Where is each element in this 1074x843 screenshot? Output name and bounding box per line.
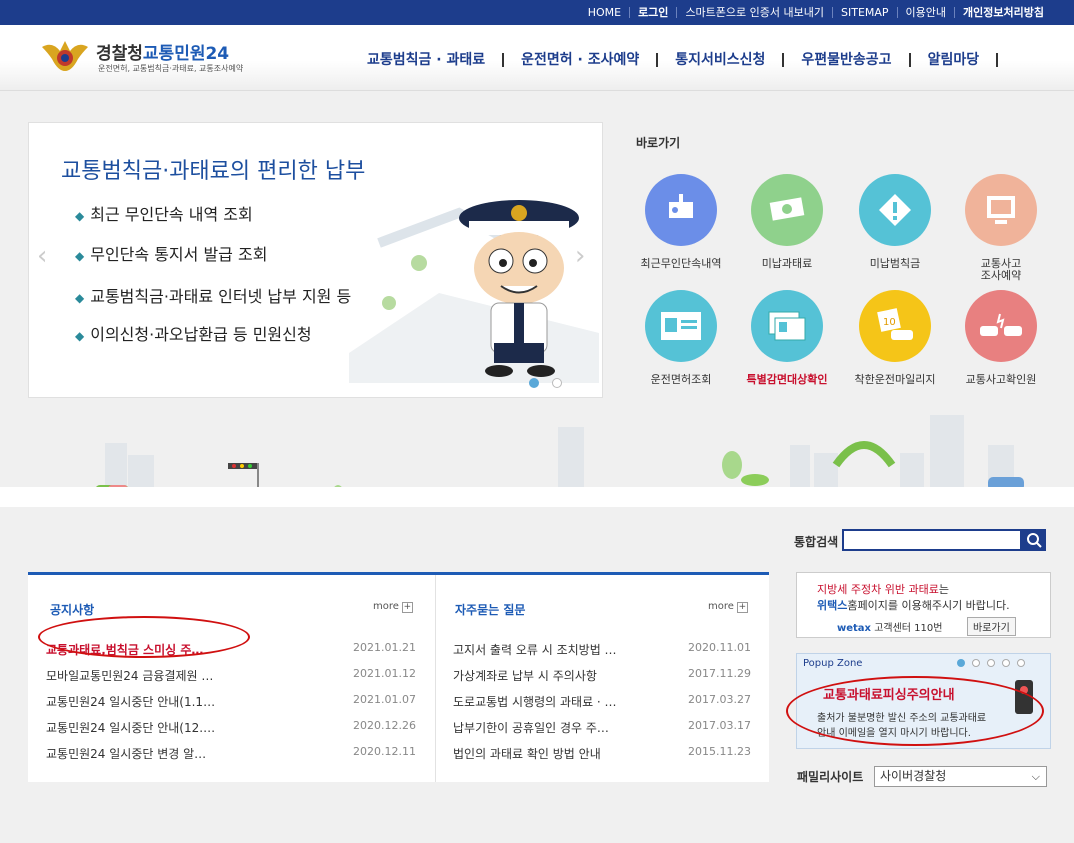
diamond-bullet-icon: ◆ [75,291,85,305]
notice-column: 공지사항 more + 교통과태료,범칙금 스미싱 주… 2021.01.21 모바… [28,575,436,782]
logo-subtitle: 운전면허, 교통범칙금·과태료, 교통조사예약 [98,64,244,73]
notice-row[interactable]: 모바일교통민원24 금융결제원 … 2021.01.12 [46,667,418,683]
quick-license-check[interactable]: 운전면허조회 [631,290,731,386]
nav-notice-board[interactable]: 알림마당 [911,53,999,67]
guide-link[interactable]: 이용안내 [896,7,954,18]
quick-special-reduction[interactable]: 특별감면대상확인 [737,290,837,386]
car-crash-icon [965,290,1037,362]
quick-unpaid-fines[interactable]: 미납과태료 [737,174,837,270]
quick-accident-reservation[interactable]: 교통사고 조사예약 [951,174,1051,282]
slider-headline: 교통범칙금·과태료의 편리한 납부 [61,159,366,184]
plus-icon: + [401,602,413,613]
computer-monitor-icon [965,174,1037,246]
integrated-search-label: 통합검색 [794,535,839,549]
family-site-select[interactable]: 사이버경찰청 ⌵ [874,766,1047,787]
banner-line-1: 지방세 주정차 위반 과태료는 [817,583,949,596]
slider-next-icon[interactable]: › [575,241,585,271]
site-header: 경찰청교통민원24 운전면허, 교통범칙금·과태료, 교통조사예약 교통범칙금 … [0,25,1074,91]
slider-prev-icon[interactable]: ‹ [37,241,47,271]
popup-dot[interactable] [972,659,980,667]
id-cards-icon [751,290,823,362]
slider-dot[interactable] [552,378,562,388]
board-panel: 공지사항 more + 교통과태료,범칙금 스미싱 주… 2021.01.21 모바… [28,572,769,782]
wetax-banner[interactable]: 지방세 주정차 위반 과태료는 위택스홈페이지를 이용해주시기 바랍니다. we… [796,572,1051,638]
popup-dot[interactable] [987,659,995,667]
diamond-bullet-icon: ◆ [75,329,85,343]
slider-bullet: ◆ 교통범칙금·과태료 인터넷 납부 지원 등 [75,287,352,306]
sitemap-link[interactable]: SITEMAP [832,7,897,18]
faq-title[interactable]: 자주묻는 질문 [455,601,525,618]
search-button[interactable] [1022,529,1046,551]
login-link[interactable]: 로그인 [629,7,676,18]
faq-row[interactable]: 가상계좌로 납부 시 주의사항 2017.11.29 [453,667,753,683]
popup-dot-active[interactable] [957,659,965,667]
notice-title[interactable]: 공지사항 [50,601,94,618]
popup-zone-label: Popup Zone [803,658,863,669]
logo-title: 경찰청교통민원24 [96,44,230,64]
license-card-icon [645,290,717,362]
family-site-label: 패밀리사이트 [797,770,864,784]
quick-links-title: 바로가기 [636,136,681,150]
nav-fines[interactable]: 교통범칙금 · 과태료 [350,53,505,67]
integrated-search-input[interactable] [842,529,1022,551]
notice-row[interactable]: 교통민원24 일시중단 안내(1.1… 2021.01.07 [46,693,418,709]
money-icon [751,174,823,246]
annotation-circle-popup [786,676,1044,746]
quick-unpaid-penalty[interactable]: 미납범칙금 [845,174,945,270]
utility-links: HOME 로그인 스마트폰으로 인증서 내보내기 SITEMAP 이용안내 개인… [580,0,1052,25]
main-slider: 교통범칙금·과태료의 편리한 납부 ◆ 최근 무인단속 내역 조회 ◆ 무인단속 통… [28,122,603,398]
cert-export-link[interactable]: 스마트폰으로 인증서 내보내기 [676,7,832,18]
quick-accident-certificate[interactable]: 교통사고확인원 [951,290,1051,386]
road-illustration [0,487,1074,507]
main-nav: 교통범칙금 · 과태료 운전면허 · 조사예약 통지서비스신청 우편물반송공고 … [350,49,999,71]
slider-dot-active[interactable] [529,378,539,388]
popup-dot[interactable] [1002,659,1010,667]
faq-row[interactable]: 납부기한이 공휴일인 경우 주… 2017.03.17 [453,719,753,735]
notice-row[interactable]: 교통민원24 일시중단 변경 알… 2020.12.11 [46,745,418,761]
warning-diamond-icon [859,174,931,246]
nav-license[interactable]: 운전면허 · 조사예약 [504,53,659,67]
banner-line-2: 위택스홈페이지를 이용해주시기 바랍니다. [817,599,1010,612]
notice-row[interactable]: 교통민원24 일시중단 안내(12.… 2020.12.26 [46,719,418,735]
chevron-down-icon: ⌵ [1031,770,1040,783]
faq-row[interactable]: 도로교통법 시행령의 과태료 · … 2017.03.27 [453,693,753,709]
popup-dot[interactable] [1017,659,1025,667]
diamond-bullet-icon: ◆ [75,249,85,263]
plus-icon: + [736,602,748,613]
notice-more-link[interactable]: more + [373,601,413,613]
speed-camera-icon [645,174,717,246]
search-icon [1027,533,1042,548]
mileage-car-icon: 10 [859,290,931,362]
site-logo[interactable]: 경찰청교통민원24 운전면허, 교통범칙금·과태료, 교통조사예약 [38,37,268,87]
faq-row[interactable]: 고지서 출력 오류 시 조치방법 … 2020.11.01 [453,641,753,657]
top-utility-bar: HOME 로그인 스마트폰으로 인증서 내보내기 SITEMAP 이용안내 개인… [0,0,1074,25]
police-mascot-illustration [349,200,599,383]
nav-returned-mail[interactable]: 우편물반송공고 [784,53,911,67]
faq-row[interactable]: 법인의 과태료 확인 방법 안내 2015.11.23 [453,745,753,761]
annotation-circle-notice [38,616,250,658]
slider-bullet: ◆ 무인단속 통지서 발급 조회 [75,245,268,264]
slider-bullet: ◆ 최근 무인단속 내역 조회 [75,205,253,224]
home-link[interactable]: HOME [580,7,629,18]
banner-go-button[interactable]: 바로가기 [967,617,1016,636]
faq-column: 자주묻는 질문 more + 고지서 출력 오류 시 조치방법 … 2020.11.… [437,575,769,782]
police-emblem-icon [42,41,88,71]
diamond-bullet-icon: ◆ [75,209,85,223]
svg-text:10: 10 [883,317,896,328]
faq-more-link[interactable]: more + [708,601,748,613]
banner-footer: wetax 고객센터 110번 [837,623,943,634]
slider-bullet: ◆ 이의신청·과오납환급 등 민원신청 [75,325,312,344]
privacy-policy-link[interactable]: 개인정보처리방침 [954,7,1052,18]
quick-unmanned-enforcement[interactable]: 최근무인단속내역 [631,174,731,270]
nav-notification[interactable]: 통지서비스신청 [658,53,785,67]
quick-mileage[interactable]: 10 착한운전마일리지 [845,290,945,386]
